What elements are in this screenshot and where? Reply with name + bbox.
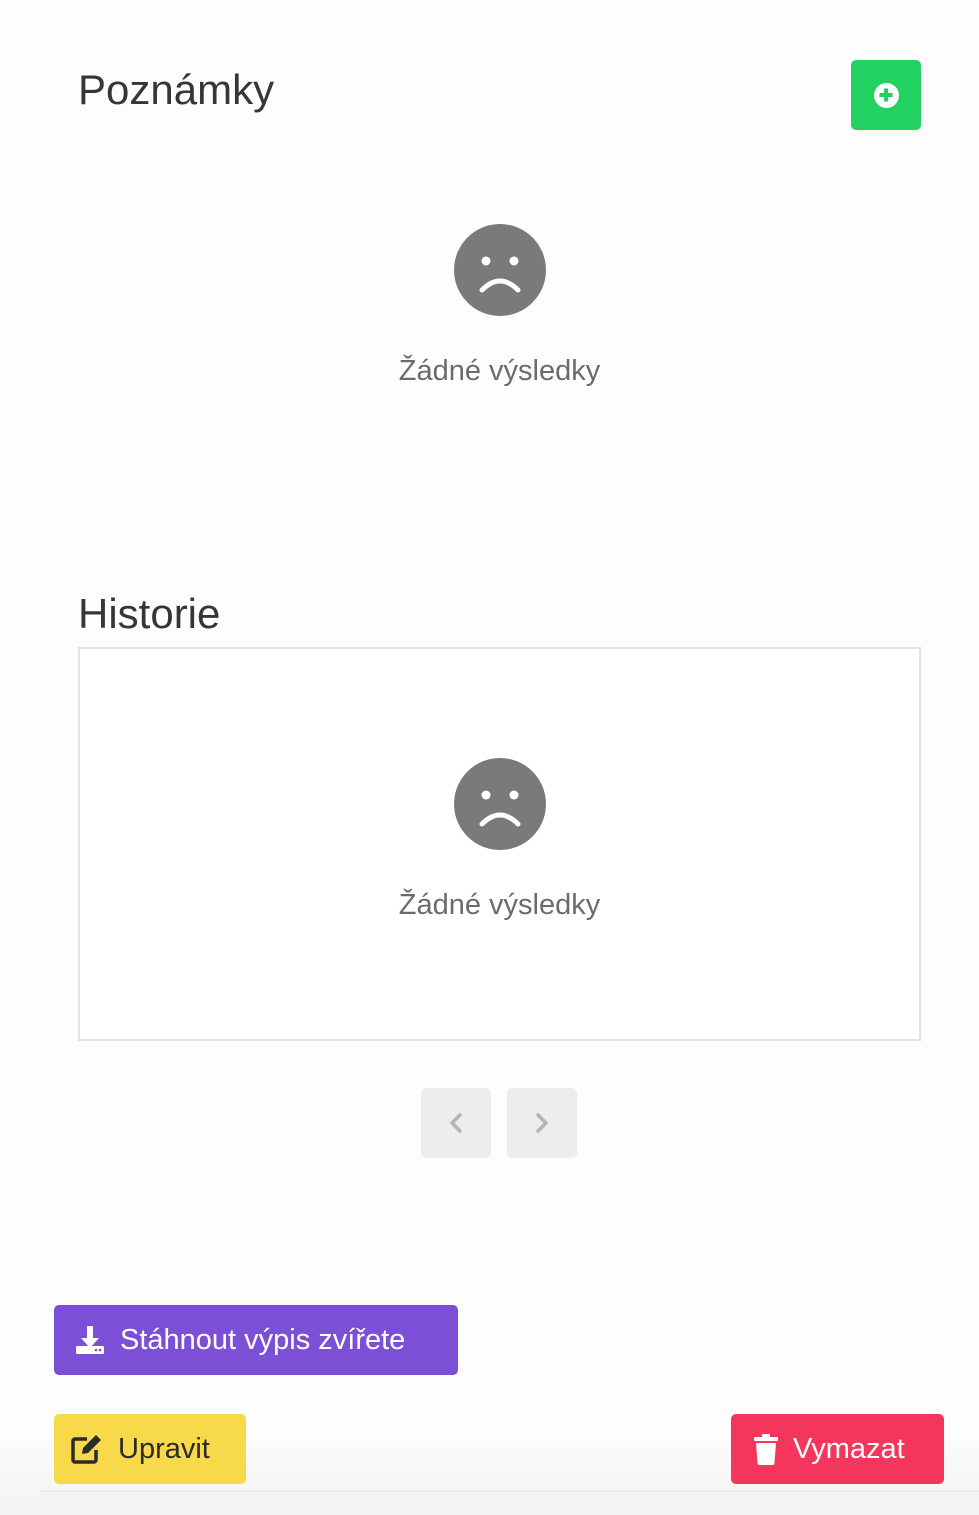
history-empty-text: Žádné výsledky (398, 889, 601, 921)
download-animal-report-button[interactable]: Stáhnout výpis zvířete (54, 1305, 458, 1375)
delete-button[interactable]: Vymazat (731, 1414, 944, 1484)
edit-button[interactable]: Upravit (54, 1414, 246, 1484)
chevron-left-icon (450, 1113, 462, 1133)
edit-button-label: Upravit (118, 1432, 210, 1465)
history-heading: Historie (78, 590, 221, 637)
sad-face-icon (453, 224, 546, 316)
trash-icon (754, 1434, 778, 1465)
pagination-previous-button[interactable] (421, 1088, 491, 1158)
plus-circle-icon (873, 82, 899, 108)
history-empty-state: Žádné výsledky (78, 758, 921, 922)
notes-empty-text: Žádné výsledky (398, 355, 601, 387)
notes-empty-state: Žádné výsledky (78, 224, 921, 388)
download-icon (76, 1326, 104, 1354)
chevron-right-icon (536, 1113, 548, 1133)
sad-face-icon (453, 758, 546, 850)
add-note-button[interactable] (851, 60, 921, 130)
download-button-label: Stáhnout výpis zvířete (120, 1323, 406, 1356)
notes-heading: Poznámky (78, 66, 275, 113)
animal-detail-page: Poznámky Žádné výsledky Historie Žádné v… (0, 0, 979, 1515)
pagination-next-button[interactable] (507, 1088, 577, 1158)
edit-icon (71, 1435, 101, 1464)
delete-button-label: Vymazat (793, 1432, 905, 1465)
